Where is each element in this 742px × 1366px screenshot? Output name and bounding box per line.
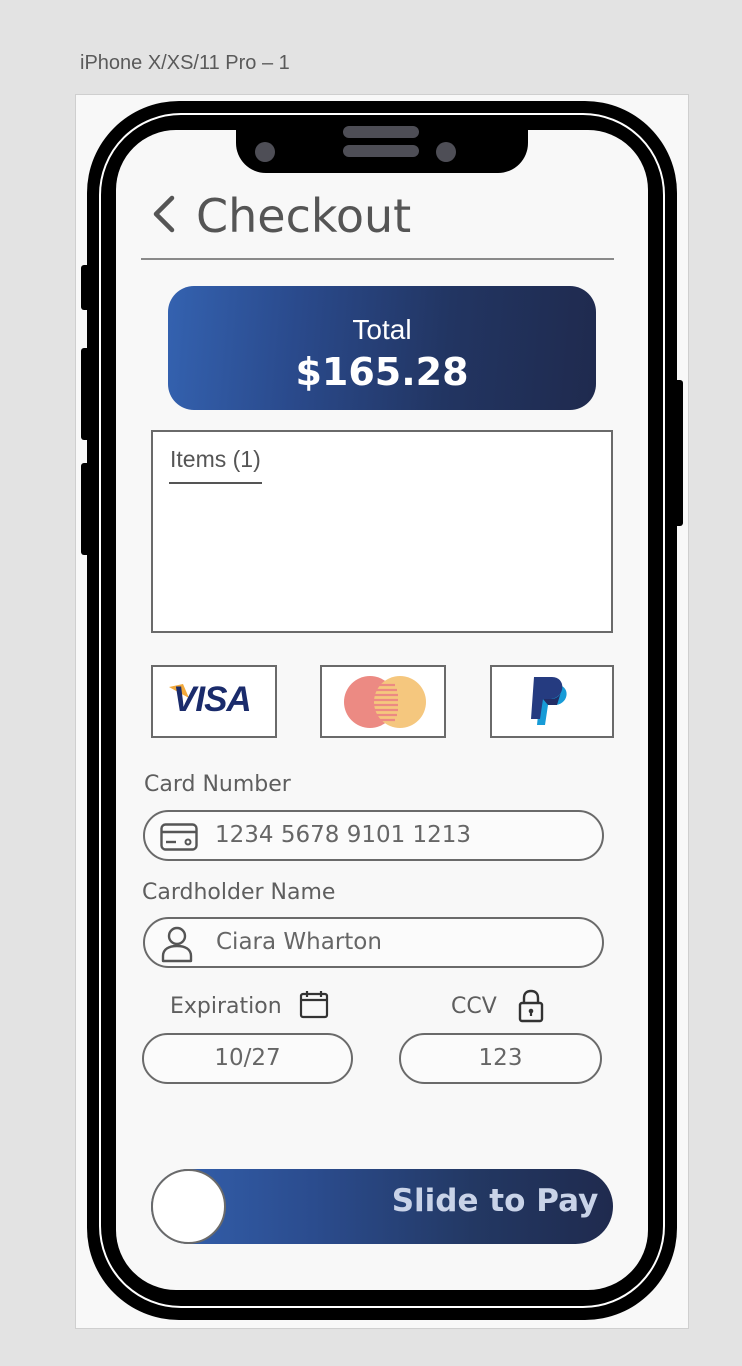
slide-to-pay-label: Slide to Pay: [391, 1183, 599, 1219]
items-label[interactable]: Items (1): [170, 446, 261, 473]
calendar-icon: [299, 991, 329, 1019]
paypal-logo: [531, 677, 567, 725]
total-label: Total: [352, 314, 412, 345]
total-card: Total $165.28: [168, 286, 596, 410]
expiration-label: Expiration: [170, 994, 282, 1019]
card-number-value: 1234 5678 9101 1213: [215, 822, 472, 848]
front-camera-left: [255, 142, 275, 162]
card-number-label: Card Number: [144, 772, 291, 797]
total-amount: $165.28: [295, 350, 469, 394]
chevron-left-icon[interactable]: [148, 194, 180, 234]
cardholder-name-field[interactable]: Ciara Wharton: [143, 917, 604, 968]
visa-logo: VISA: [173, 680, 252, 719]
expiration-field[interactable]: 10/27: [142, 1033, 353, 1084]
ccv-field[interactable]: 123: [399, 1033, 602, 1084]
page-title: Checkout: [196, 189, 412, 243]
artboard-label: iPhone X/XS/11 Pro – 1: [80, 52, 290, 74]
speaker-grille-top: [343, 126, 419, 138]
ccv-value: 123: [478, 1045, 523, 1071]
ccv-label: CCV: [451, 994, 497, 1019]
lock-icon: [518, 989, 544, 1023]
expiration-value: 10/27: [214, 1045, 281, 1071]
items-label-underline: [169, 482, 262, 484]
paypal-option[interactable]: [490, 665, 614, 738]
front-camera-right: [436, 142, 456, 162]
user-icon: [161, 926, 193, 963]
slide-to-pay-knob[interactable]: [151, 1169, 226, 1244]
cardholder-name-value: Ciara Wharton: [216, 929, 382, 955]
card-number-field[interactable]: 1234 5678 9101 1213: [143, 810, 604, 861]
visa-option[interactable]: VISA: [151, 665, 277, 738]
cardholder-name-label: Cardholder Name: [142, 880, 336, 905]
credit-card-icon: [160, 823, 198, 851]
mastercard-option[interactable]: [320, 665, 446, 738]
mastercard-logo: [344, 676, 426, 728]
items-list: Items (1): [151, 430, 613, 633]
speaker-grille-bottom: [343, 145, 419, 157]
header-divider: [141, 258, 614, 260]
